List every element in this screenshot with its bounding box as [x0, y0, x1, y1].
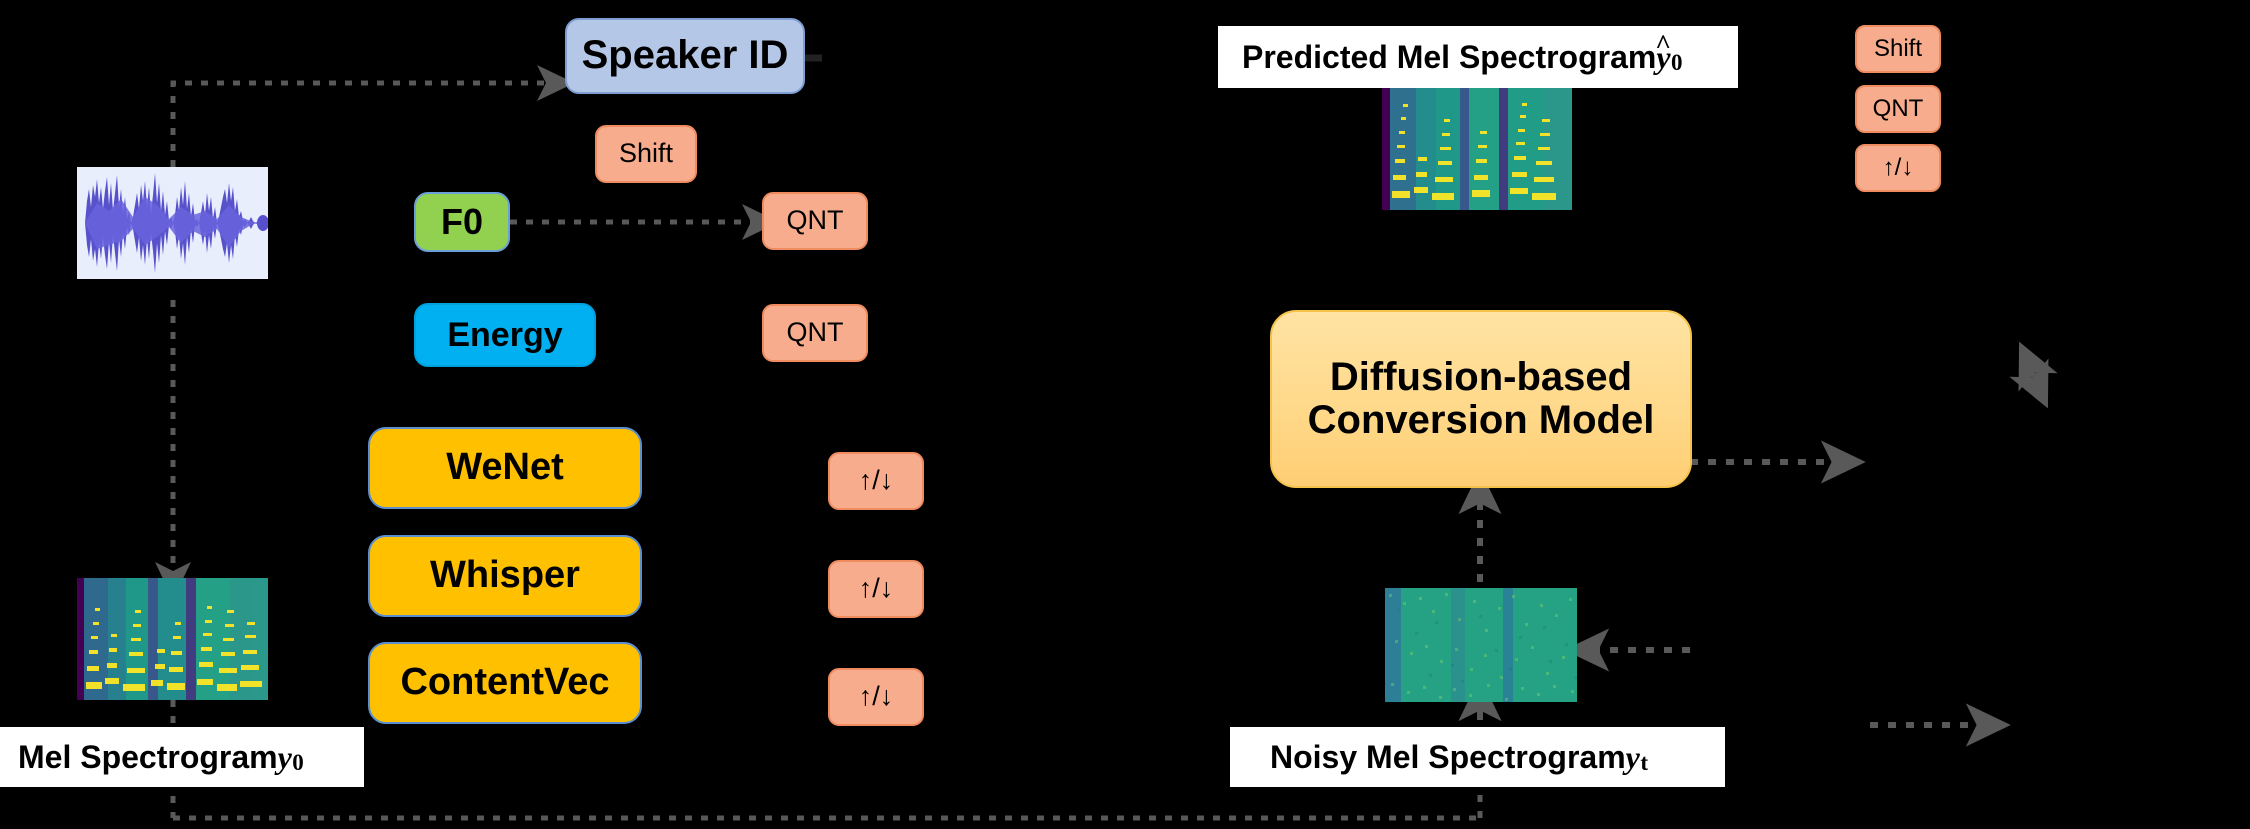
aug-qnt-energy-label: QNT — [786, 317, 844, 348]
node-diffusion-model-line1: Diffusion-based — [1329, 354, 1633, 399]
node-energy-label: Energy — [447, 315, 563, 354]
aug-updown-contentvec-label: ↑/↓ — [858, 681, 894, 712]
aug-updown-wenet[interactable]: ↑/↓ — [828, 452, 924, 510]
node-diffusion-model-line2: Conversion Model — [1307, 398, 1655, 442]
aug-updown-wenet-label: ↑/↓ — [858, 465, 894, 496]
audio-waveform-icon — [85, 173, 268, 273]
caption-predicted-mel-symbol-wrap: ^ y — [1655, 29, 1671, 76]
aug-updown-whisper-label: ↑/↓ — [858, 573, 894, 604]
aug-shift-speaker-id-label: Shift — [618, 138, 674, 169]
aug-qnt-f0-label: QNT — [786, 205, 844, 236]
node-diffusion-conversion-model[interactable]: Diffusion-based Conversion Model — [1270, 310, 1692, 488]
node-f0-label: F0 — [440, 200, 483, 242]
node-energy[interactable]: Energy — [414, 303, 596, 367]
node-wenet[interactable]: WeNet — [368, 427, 642, 509]
aug-qnt-f0[interactable]: QNT — [762, 192, 868, 250]
caption-mel-spectrogram-subscript: 0 — [292, 749, 304, 776]
caption-predicted-mel-hat-icon: ^ — [1655, 29, 1672, 60]
predicted-mel-spectrogram-icon — [1382, 88, 1572, 210]
caption-mel-spectrogram-symbol: y — [277, 738, 292, 775]
aug-updown-whisper[interactable]: ↑/↓ — [828, 560, 924, 618]
caption-noisy-mel-subscript: t — [1640, 749, 1648, 776]
caption-mel-spectrogram: Mel Spectrogram y 0 — [0, 727, 364, 787]
aug-right-shift-label: Shift — [1873, 35, 1923, 63]
aug-right-shift[interactable]: Shift — [1855, 25, 1941, 73]
node-f0[interactable]: F0 — [414, 192, 510, 252]
node-contentvec[interactable]: ContentVec — [368, 642, 642, 724]
source-waveform-image — [77, 167, 268, 279]
aug-right-qnt[interactable]: QNT — [1855, 85, 1941, 133]
noisy-mel-spectrogram-icon — [1385, 588, 1577, 702]
aug-updown-contentvec[interactable]: ↑/↓ — [828, 668, 924, 726]
aug-shift-speaker-id[interactable]: Shift — [595, 125, 697, 183]
mel-spectrogram-icon — [77, 578, 268, 700]
diagram-canvas: Speaker ID Shift F0 QNT Energy QNT WeNet… — [0, 0, 2250, 829]
predicted-mel-spectrogram-image — [1382, 88, 1572, 210]
node-speaker-id-label: Speaker ID — [581, 33, 789, 78]
caption-noisy-mel-prefix: Noisy Mel Spectrogram — [1270, 738, 1626, 775]
noisy-mel-spectrogram-image — [1385, 588, 1577, 702]
edge-iteration-loop — [2009, 341, 2058, 409]
caption-predicted-mel-subscript: 0 — [1671, 49, 1683, 76]
aug-qnt-energy[interactable]: QNT — [762, 304, 868, 362]
caption-noisy-mel-symbol: y — [1625, 738, 1640, 775]
node-wenet-label: WeNet — [446, 446, 564, 489]
source-mel-spectrogram-image — [77, 578, 268, 700]
caption-noisy-mel-spectrogram: Noisy Mel Spectrogram y t — [1230, 727, 1725, 787]
node-contentvec-label: ContentVec — [400, 661, 610, 704]
caption-predicted-mel-prefix: Predicted Mel Spectrogram — [1242, 38, 1657, 75]
edge-waveform-to-speaker-id — [170, 65, 575, 167]
caption-mel-spectrogram-prefix: Mel Spectrogram — [18, 738, 278, 775]
node-whisper-label: Whisper — [430, 554, 580, 597]
node-whisper[interactable]: Whisper — [368, 535, 642, 617]
caption-predicted-mel-spectrogram: Predicted Mel Spectrogram ^ y 0 — [1218, 26, 1738, 88]
aug-right-updown-label: ↑/↓ — [1882, 154, 1914, 182]
aug-right-qnt-label: QNT — [1872, 95, 1924, 123]
aug-right-updown[interactable]: ↑/↓ — [1855, 144, 1941, 192]
node-speaker-id[interactable]: Speaker ID — [565, 18, 805, 94]
